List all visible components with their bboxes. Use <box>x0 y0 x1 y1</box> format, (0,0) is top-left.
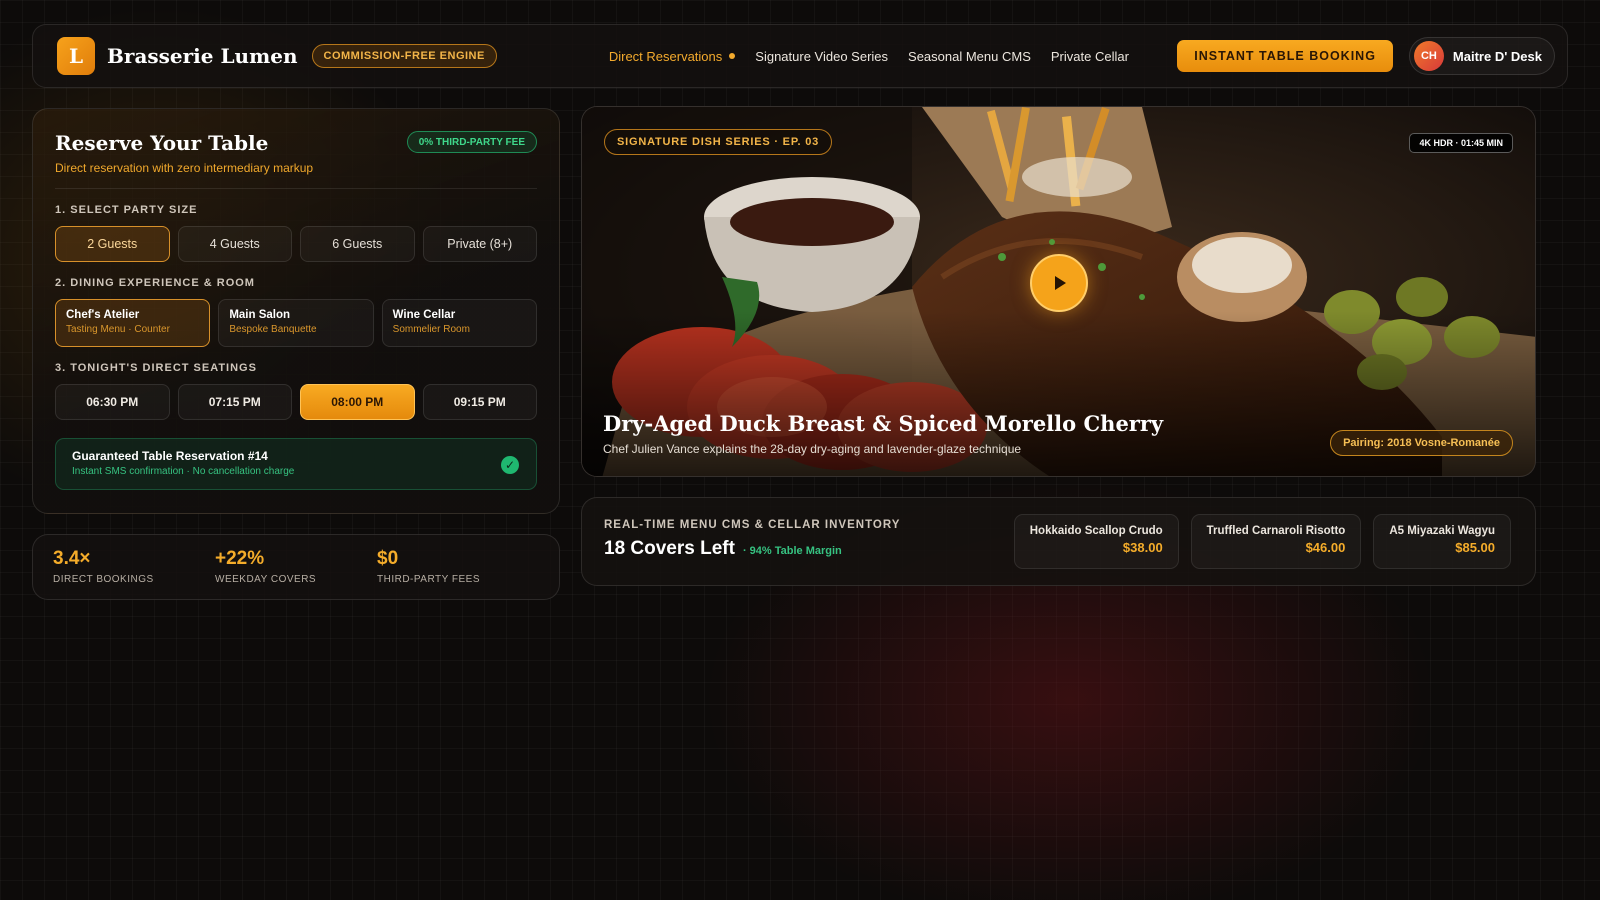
room-label: 2. DINING EXPERIENCE & ROOM <box>55 277 255 289</box>
time-options: 06:30 PM 07:15 PM 08:00 PM 09:15 PM <box>55 384 537 420</box>
room-desc: Bespoke Banquette <box>229 324 317 335</box>
room-name: Wine Cellar <box>392 309 456 321</box>
stat-label: WEEKDAY COVERS <box>215 574 317 585</box>
room-desc: Tasting Menu · Counter <box>66 324 170 335</box>
brand-name[interactable]: Brasserie Lumen <box>107 44 298 68</box>
party-option-private[interactable]: Private (8+) <box>422 226 537 262</box>
user-menu[interactable]: CH Maitre D' Desk <box>1408 37 1555 75</box>
party-size-options: 2 Guests 4 Guests 6 Guests Private (8+) <box>55 226 537 262</box>
nav-links: Direct Reservations Signature Video Seri… <box>609 49 1129 64</box>
dish-name: A5 Miyazaki Wagyu <box>1389 525 1495 537</box>
nav-link-direct-reservations[interactable]: Direct Reservations <box>608 48 736 64</box>
nav-link-label: Direct Reservations <box>608 48 723 64</box>
stat-third-party-fees: $0 THIRD-PARTY FEES <box>377 535 539 599</box>
party-option-2[interactable]: 2 Guests <box>55 226 170 262</box>
pairing-badge: Pairing: 2018 Vosne-Romanée <box>1330 430 1513 456</box>
episode-badge: SIGNATURE DISH SERIES · EP. 03 <box>604 129 833 155</box>
covers-left: 18 Covers Left <box>604 538 735 559</box>
time-option-0800[interactable]: 08:00 PM <box>300 384 415 420</box>
user-name: Maitre D' Desk <box>1452 48 1542 64</box>
reservation-subtitle: Direct reservation with zero intermediar… <box>55 161 314 175</box>
check-circle-icon: ✓ <box>501 456 519 474</box>
active-dot-icon <box>729 53 736 59</box>
stat-direct-bookings: 3.4× DIRECT BOOKINGS <box>53 535 215 599</box>
time-option-0715[interactable]: 07:15 PM <box>177 384 292 420</box>
stat-weekday-covers: +22% WEEKDAY COVERS <box>215 535 377 599</box>
video-title: Dry-Aged Duck Breast & Spiced Morello Ch… <box>603 411 1164 436</box>
room-option-chefs-atelier[interactable]: Chef's Atelier Tasting Menu · Counter <box>55 299 211 347</box>
time-option-0915[interactable]: 09:15 PM <box>422 384 537 420</box>
room-name: Main Salon <box>229 309 291 321</box>
party-option-4[interactable]: 4 Guests <box>177 226 292 262</box>
stat-value: $0 <box>377 548 399 569</box>
room-option-wine-cellar[interactable]: Wine Cellar Sommelier Room <box>381 299 537 347</box>
reservation-confirmation: Guaranteed Table Reservation #14 Instant… <box>55 438 537 490</box>
room-option-main-salon[interactable]: Main Salon Bespoke Banquette <box>218 299 374 347</box>
video-subtitle: Chef Julien Vance explains the 28-day dr… <box>603 442 1022 456</box>
inventory-card: REAL-TIME MENU CMS & CELLAR INVENTORY 18… <box>581 497 1536 586</box>
party-option-6[interactable]: 6 Guests <box>300 226 415 262</box>
stats-card: 3.4× DIRECT BOOKINGS +22% WEEKDAY COVERS… <box>32 534 560 600</box>
video-player[interactable]: SIGNATURE DISH SERIES · EP. 03 4K HDR · … <box>581 106 1536 477</box>
confirmation-title: Guaranteed Table Reservation #14 <box>72 449 268 463</box>
engine-badge: COMMISSION-FREE ENGINE <box>311 44 497 68</box>
avatar: CH <box>1413 41 1444 71</box>
stat-label: DIRECT BOOKINGS <box>53 574 154 585</box>
nav-link-video-series[interactable]: Signature Video Series <box>755 49 888 64</box>
time-option-0630[interactable]: 06:30 PM <box>55 384 170 420</box>
dish-card[interactable]: Hokkaido Scallop Crudo $38.00 <box>1013 514 1179 569</box>
nav-link-private-cellar[interactable]: Private Cellar <box>1051 49 1129 64</box>
room-name: Chef's Atelier <box>66 309 140 321</box>
room-desc: Sommelier Room <box>392 324 470 335</box>
dish-name: Truffled Carnaroli Risotto <box>1206 525 1346 537</box>
dish-price: $46.00 <box>1305 540 1346 555</box>
table-margin: · 94% Table Margin <box>742 545 842 557</box>
top-navbar: L Brasserie Lumen COMMISSION-FREE ENGINE… <box>32 24 1568 88</box>
dish-name: Hokkaido Scallop Crudo <box>1029 525 1163 537</box>
divider <box>55 188 537 189</box>
dish-price: $38.00 <box>1122 540 1163 555</box>
stat-value: +22% <box>215 548 265 569</box>
dish-card[interactable]: A5 Miyazaki Wagyu $85.00 <box>1373 514 1511 569</box>
logo[interactable]: L <box>57 37 95 75</box>
nav-link-menu-cms[interactable]: Seasonal Menu CMS <box>908 49 1031 64</box>
seating-label: 3. TONIGHT'S DIRECT SEATINGS <box>55 362 257 374</box>
dish-card[interactable]: Truffled Carnaroli Risotto $46.00 <box>1190 514 1362 569</box>
confirmation-subtitle: Instant SMS confirmation · No cancellati… <box>72 466 295 477</box>
instant-booking-button[interactable]: INSTANT TABLE BOOKING <box>1177 40 1393 72</box>
resolution-badge: 4K HDR · 01:45 MIN <box>1409 133 1513 153</box>
stat-label: THIRD-PARTY FEES <box>377 574 481 585</box>
dish-price: $85.00 <box>1455 540 1495 555</box>
stat-value: 3.4× <box>53 548 91 569</box>
party-size-label: 1. SELECT PARTY SIZE <box>55 204 198 216</box>
reservation-card: Reserve Your Table Direct reservation wi… <box>32 108 560 514</box>
room-options: Chef's Atelier Tasting Menu · Counter Ma… <box>55 299 537 347</box>
fee-badge: 0% THIRD-PARTY FEE <box>406 131 537 153</box>
dish-list: Hokkaido Scallop Crudo $38.00 Truffled C… <box>1013 514 1511 569</box>
play-icon[interactable] <box>1030 254 1088 312</box>
